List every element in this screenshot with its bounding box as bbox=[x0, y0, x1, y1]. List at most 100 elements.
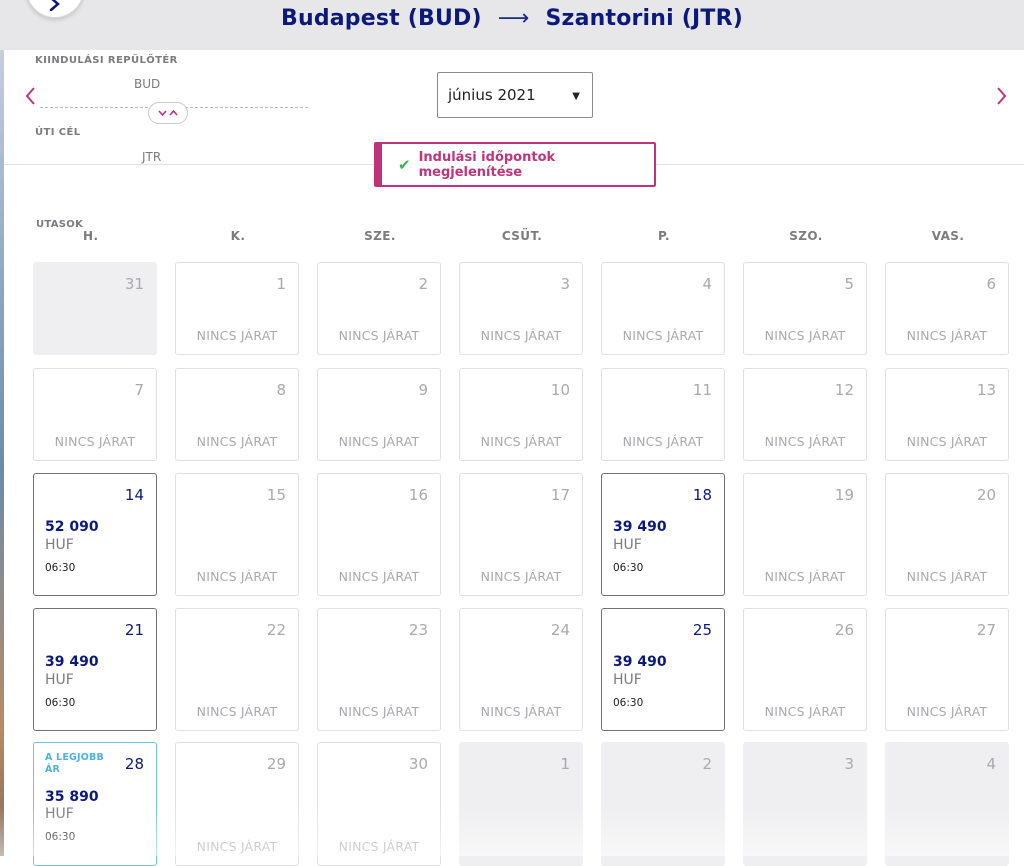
day-number: 25 bbox=[692, 621, 712, 639]
calendar-day-cell: 2 NINCS JÁRAT bbox=[317, 262, 441, 355]
no-flight-label: NINCS JÁRAT bbox=[480, 328, 562, 343]
no-flight-label: NINCS JÁRAT bbox=[764, 328, 846, 343]
day-number: 30 bbox=[408, 755, 428, 773]
calendar-day-cell: 2 bbox=[601, 742, 725, 866]
day-number: 24 bbox=[550, 621, 570, 639]
calendar-day-cell: 31 bbox=[33, 262, 157, 355]
calendar-day-cell: 9 NINCS JÁRAT bbox=[317, 368, 441, 461]
day-number: 2 bbox=[418, 275, 428, 293]
calendar-day-cell: 5 NINCS JÁRAT bbox=[743, 262, 867, 355]
calendar-day-cell[interactable]: 14 52 090 HUF 06:30 bbox=[33, 473, 157, 596]
no-flight-label: NINCS JÁRAT bbox=[906, 704, 988, 719]
best-price-tag: A LEGJOBB ÁR bbox=[45, 752, 104, 775]
calendar-day-cell[interactable]: 18 39 490 HUF 06:30 bbox=[601, 473, 725, 596]
calendar-day-cell: 4 NINCS JÁRAT bbox=[601, 262, 725, 355]
calendar-day-cell: 7 NINCS JÁRAT bbox=[33, 368, 157, 461]
calendar-day-cell: 17 NINCS JÁRAT bbox=[459, 473, 583, 596]
calendar-day-cell[interactable]: 25 39 490 HUF 06:30 bbox=[601, 608, 725, 731]
prev-month-icon[interactable] bbox=[24, 86, 36, 106]
no-flight-label: NINCS JÁRAT bbox=[906, 569, 988, 584]
calendar-day-cell: 29 NINCS JÁRAT bbox=[175, 742, 299, 866]
no-flight-label: NINCS JÁRAT bbox=[480, 569, 562, 584]
no-flight-label: NINCS JÁRAT bbox=[764, 434, 846, 449]
no-flight-label: NINCS JÁRAT bbox=[338, 569, 420, 584]
destination-label: ÚTI CÉL bbox=[35, 127, 81, 138]
calendar-day-cell: 20 NINCS JÁRAT bbox=[885, 473, 1009, 596]
no-flight-label: NINCS JÁRAT bbox=[906, 434, 988, 449]
fare-currency: HUF bbox=[613, 537, 642, 553]
calendar-day-cell: 22 NINCS JÁRAT bbox=[175, 608, 299, 731]
origin-title: Budapest (BUD) bbox=[280, 6, 482, 31]
no-flight-label: NINCS JÁRAT bbox=[196, 839, 278, 854]
fare-currency: HUF bbox=[613, 672, 642, 688]
no-flight-label: NINCS JÁRAT bbox=[480, 434, 562, 449]
no-flight-label: NINCS JÁRAT bbox=[54, 434, 136, 449]
calendar-day-cell: 30 NINCS JÁRAT bbox=[317, 742, 441, 866]
day-number: 18 bbox=[692, 486, 712, 504]
calendar-day-cell: 6 NINCS JÁRAT bbox=[885, 262, 1009, 355]
no-flight-label: NINCS JÁRAT bbox=[764, 704, 846, 719]
next-month-icon[interactable] bbox=[996, 86, 1008, 106]
calendar-day-cell[interactable]: 21 39 490 HUF 06:30 bbox=[33, 608, 157, 731]
weekday-2: K. bbox=[230, 229, 246, 243]
calendar-day-cell: 3 NINCS JÁRAT bbox=[459, 262, 583, 355]
destination-title: Szantorini (JTR) bbox=[545, 6, 743, 31]
calendar-day-cell: 12 NINCS JÁRAT bbox=[743, 368, 867, 461]
no-flight-label: NINCS JÁRAT bbox=[906, 328, 988, 343]
day-number: 4 bbox=[986, 755, 996, 773]
no-flight-label: NINCS JÁRAT bbox=[196, 328, 278, 343]
day-number: 29 bbox=[266, 755, 286, 773]
no-flight-label: NINCS JÁRAT bbox=[764, 569, 846, 584]
weekday-4: CSÜT. bbox=[501, 229, 543, 243]
departure-airport-label: KIINDULÁSI REPÜLŐTÉR bbox=[35, 55, 178, 66]
swap-airports-button[interactable] bbox=[148, 102, 188, 124]
day-number: 11 bbox=[692, 381, 712, 399]
calendar-day-cell[interactable]: 28 A LEGJOBB ÁR 35 890 HUF 06:30 bbox=[33, 742, 157, 866]
swap-chevrons-icon bbox=[158, 109, 178, 117]
departure-time: 06:30 bbox=[613, 562, 644, 574]
departure-airport-value[interactable]: BUD bbox=[134, 77, 160, 91]
calendar-day-cell: 10 NINCS JÁRAT bbox=[459, 368, 583, 461]
no-flight-label: NINCS JÁRAT bbox=[480, 704, 562, 719]
route-arrow-icon: ⟶ bbox=[497, 6, 530, 31]
day-number: 28 bbox=[124, 755, 144, 773]
fare-currency: HUF bbox=[45, 806, 74, 822]
day-number: 12 bbox=[834, 381, 854, 399]
background-image-edge bbox=[0, 0, 4, 856]
calendar-day-cell: 1 bbox=[459, 742, 583, 866]
no-flight-label: NINCS JÁRAT bbox=[622, 434, 704, 449]
destination-value[interactable]: JTR bbox=[142, 150, 161, 164]
day-number: 13 bbox=[976, 381, 996, 399]
show-departure-times-button[interactable]: ✔ Indulási időpontok megjelenítése bbox=[374, 142, 656, 187]
day-number: 1 bbox=[276, 275, 286, 293]
calendar-day-cell: 19 NINCS JÁRAT bbox=[743, 473, 867, 596]
calendar-day-cell: 4 bbox=[885, 742, 1009, 866]
month-select[interactable]: június 2021 ▼ bbox=[437, 72, 593, 118]
day-number: 8 bbox=[276, 381, 286, 399]
no-flight-label: NINCS JÁRAT bbox=[338, 704, 420, 719]
fare-price: 39 490 bbox=[613, 654, 667, 670]
day-number: 3 bbox=[560, 275, 570, 293]
day-number: 17 bbox=[550, 486, 570, 504]
day-number: 16 bbox=[408, 486, 428, 504]
passengers-label: UTASOK bbox=[36, 219, 84, 230]
no-flight-label: NINCS JÁRAT bbox=[196, 434, 278, 449]
fare-currency: HUF bbox=[45, 672, 74, 688]
calendar-day-cell: 23 NINCS JÁRAT bbox=[317, 608, 441, 731]
calendar-day-cell: 1 NINCS JÁRAT bbox=[175, 262, 299, 355]
calendar-day-cell: 15 NINCS JÁRAT bbox=[175, 473, 299, 596]
departure-time: 06:30 bbox=[613, 697, 644, 709]
day-number: 14 bbox=[124, 486, 144, 504]
no-flight-label: NINCS JÁRAT bbox=[338, 328, 420, 343]
day-number: 1 bbox=[560, 755, 570, 773]
day-number: 3 bbox=[844, 755, 854, 773]
no-flight-label: NINCS JÁRAT bbox=[338, 839, 420, 854]
weekday-3: SZE. bbox=[364, 229, 396, 243]
fare-price: 39 490 bbox=[613, 519, 667, 535]
calendar-day-cell: 13 NINCS JÁRAT bbox=[885, 368, 1009, 461]
day-number: 9 bbox=[418, 381, 428, 399]
day-number: 31 bbox=[124, 275, 144, 293]
day-number: 21 bbox=[124, 621, 144, 639]
fare-currency: HUF bbox=[45, 537, 74, 553]
calendar-day-cell: 27 NINCS JÁRAT bbox=[885, 608, 1009, 731]
